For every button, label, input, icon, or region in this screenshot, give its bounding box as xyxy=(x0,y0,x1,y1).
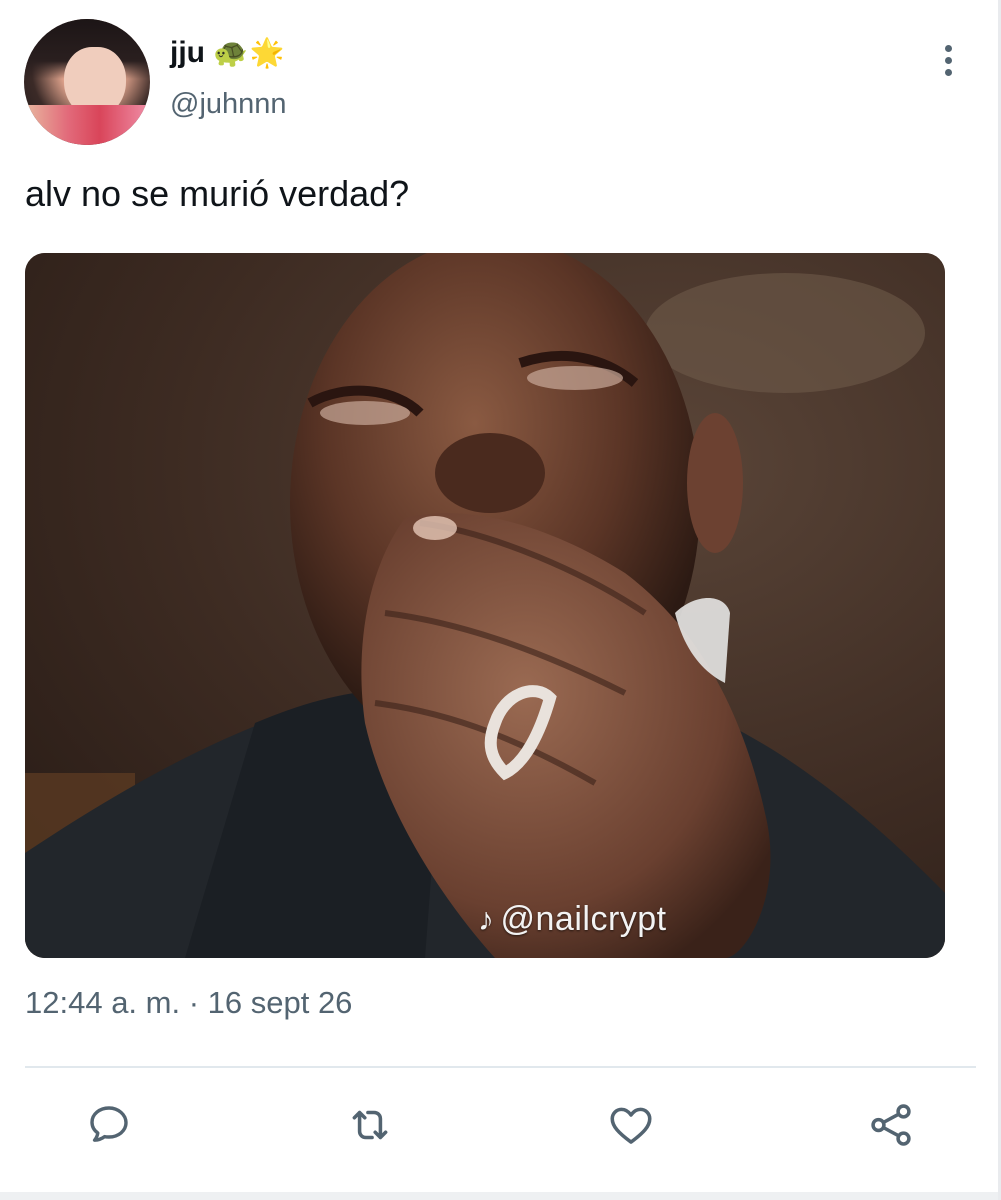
like-button[interactable] xyxy=(606,1100,656,1150)
author-display-name[interactable]: jju xyxy=(170,36,205,70)
media-photo xyxy=(25,253,945,958)
turtle-emoji: 🐢 xyxy=(213,37,248,68)
tiktok-icon: ♪ xyxy=(478,901,495,937)
media-watermark: ♪ @nailcrypt xyxy=(478,900,667,939)
heart-icon xyxy=(610,1107,652,1144)
tweet-text: alv no se murió verdad? xyxy=(25,173,410,214)
more-options-button[interactable] xyxy=(928,40,968,80)
author-handle[interactable]: @juhnnn xyxy=(170,88,287,121)
avatar[interactable] xyxy=(24,19,150,145)
retweet-button[interactable] xyxy=(345,1100,395,1150)
retweet-icon xyxy=(352,1110,388,1140)
tweet-card: jju 🐢 🌟 @juhnnn alv no se murió verdad? xyxy=(0,0,1001,1200)
divider xyxy=(25,1066,976,1068)
more-icon-dot xyxy=(944,44,952,52)
reply-button[interactable] xyxy=(84,1100,134,1150)
tweet-timestamp[interactable]: 12:44 a. m. · 16 sept 26 xyxy=(25,985,352,1021)
bottom-edge xyxy=(0,1192,1001,1200)
comment-icon xyxy=(90,1106,128,1142)
tweet-media[interactable] xyxy=(25,253,945,958)
author-name-row[interactable]: jju 🐢 🌟 xyxy=(170,33,285,73)
star-emoji: 🌟 xyxy=(249,37,285,68)
avatar-shirt xyxy=(24,105,150,145)
more-icon-dot xyxy=(944,68,952,76)
share-icon xyxy=(871,1104,911,1146)
share-button[interactable] xyxy=(866,1100,916,1150)
watermark-handle: @nailcrypt xyxy=(500,900,667,938)
more-icon-dot xyxy=(944,56,952,64)
